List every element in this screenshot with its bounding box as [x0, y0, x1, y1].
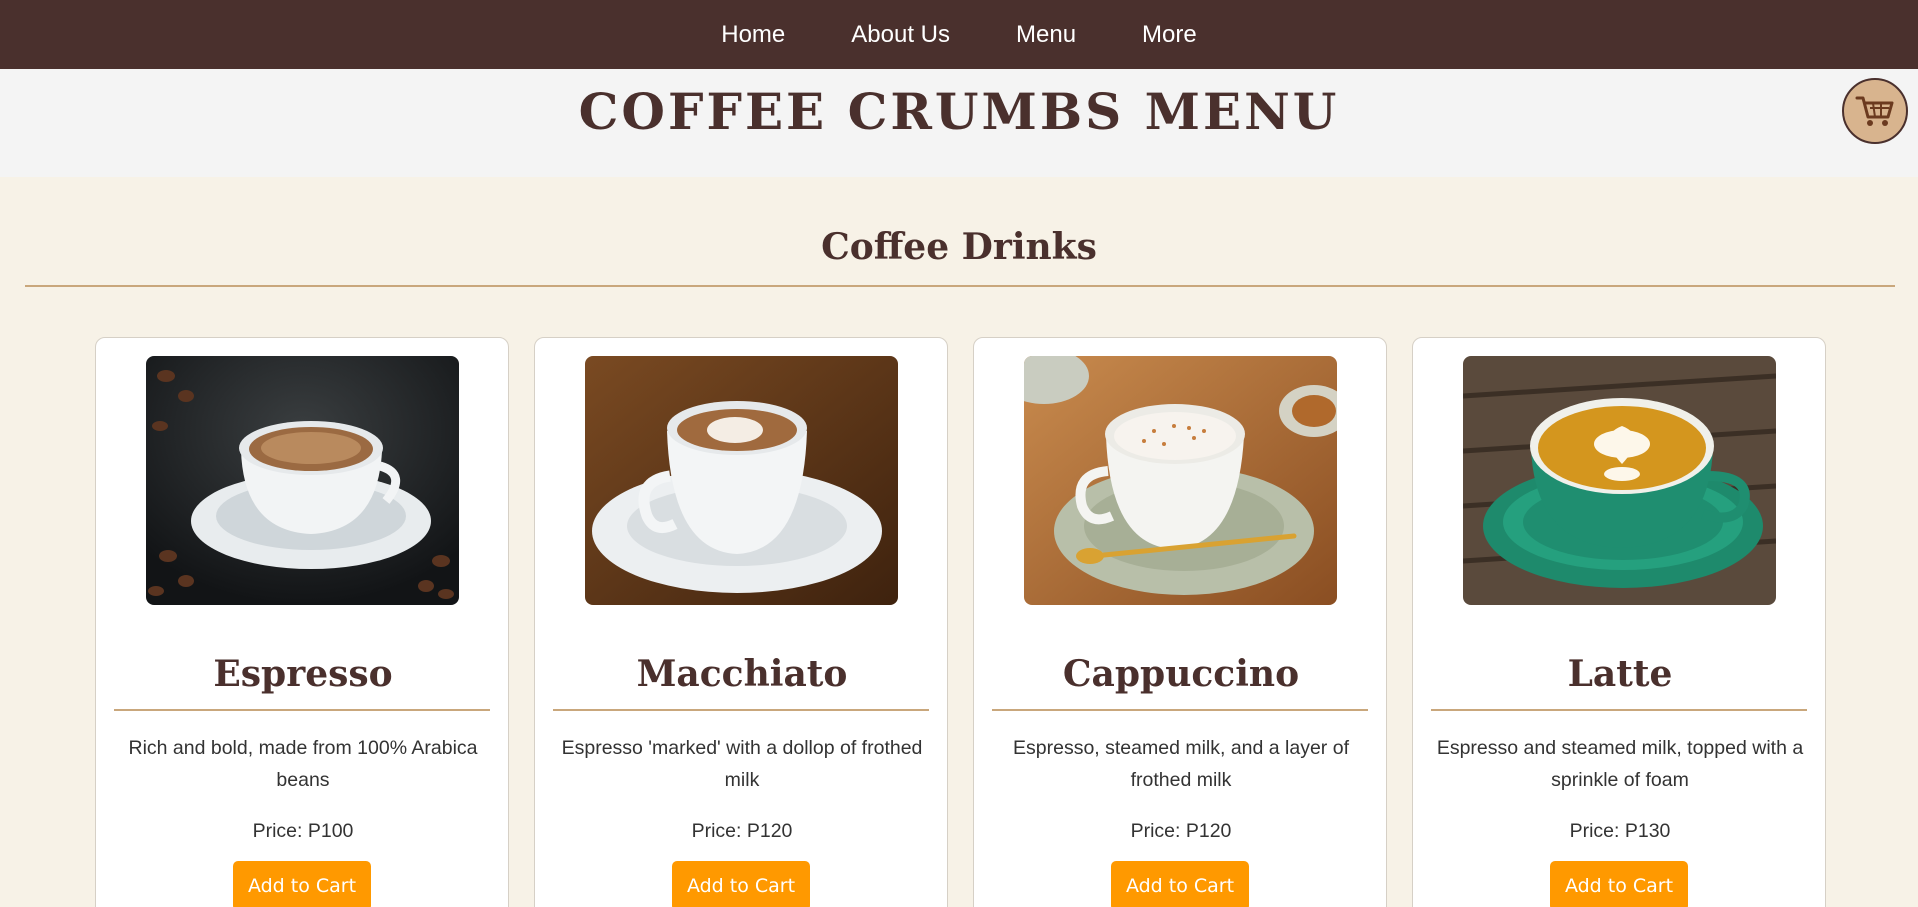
nav-link-about-us[interactable]: About Us [849, 17, 952, 53]
product-name: Macchiato [636, 653, 848, 695]
product-price: Price: P130 [1569, 820, 1671, 842]
product-description: Espresso, steamed milk, and a layer of f… [1013, 737, 1349, 791]
product-description: Rich and bold, made from 100% Arabica be… [128, 737, 478, 791]
macchiato-photo [585, 356, 898, 605]
add-to-cart-button[interactable]: Add to Cart [1550, 861, 1688, 907]
nav-link-more[interactable]: More [1140, 17, 1199, 53]
cappuccino-photo [1024, 356, 1337, 605]
product-card-latte: Latte Espresso and steamed milk, topped … [1412, 337, 1826, 907]
nav-link-home[interactable]: Home [719, 17, 787, 53]
shopping-cart-icon [1855, 96, 1894, 126]
product-card-macchiato: Macchiato Espresso 'marked' with a dollo… [534, 337, 948, 907]
product-price: Price: P120 [691, 820, 793, 842]
card-divider [553, 709, 929, 711]
product-name: Latte [1567, 653, 1673, 695]
product-name: Cappuccino [1062, 653, 1300, 695]
add-to-cart-button[interactable]: Add to Cart [1111, 861, 1249, 907]
espresso-photo [146, 356, 459, 605]
section-title: Coffee Drinks [821, 226, 1097, 268]
section-divider [25, 285, 1895, 287]
latte-photo [1463, 356, 1776, 605]
top-navbar: Home About Us Menu More [0, 0, 1918, 69]
nav-link-menu[interactable]: Menu [1014, 17, 1078, 53]
product-price: Price: P120 [1130, 820, 1232, 842]
product-card-cappuccino: Cappuccino Espresso, steamed milk, and a… [973, 337, 1387, 907]
product-price: Price: P100 [252, 820, 354, 842]
add-to-cart-button[interactable]: Add to Cart [233, 861, 371, 907]
add-to-cart-button[interactable]: Add to Cart [672, 861, 810, 907]
product-description: Espresso and steamed milk, topped with a… [1436, 737, 1804, 791]
card-divider [992, 709, 1368, 711]
card-divider [1431, 709, 1807, 711]
product-description: Espresso 'marked' with a dollop of froth… [561, 737, 923, 791]
page-title: COFFEE CRUMBS MENU [578, 82, 1340, 141]
card-divider [114, 709, 490, 711]
product-name: Espresso [213, 653, 393, 695]
cart-button[interactable] [1842, 78, 1908, 144]
product-card-espresso: Espresso Rich and bold, made from 100% A… [95, 337, 509, 907]
